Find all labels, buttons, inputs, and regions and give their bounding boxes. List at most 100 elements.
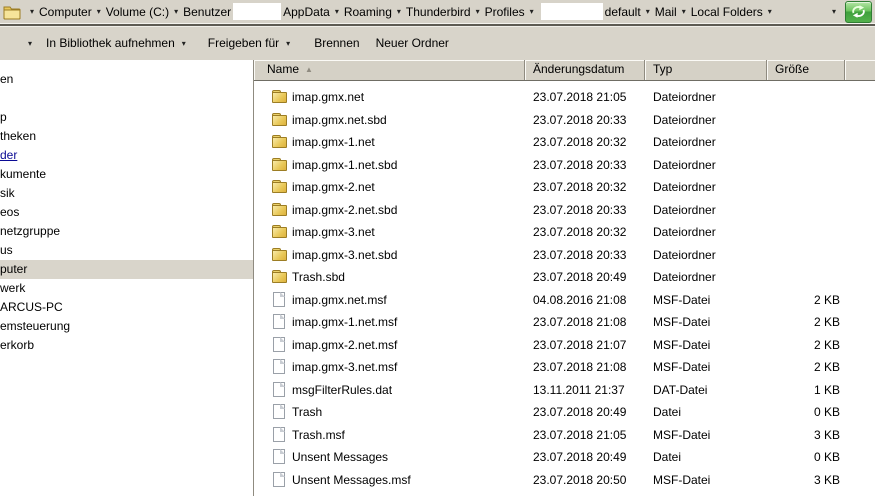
column-header[interactable]: Größe bbox=[767, 60, 845, 80]
table-row[interactable]: Trash.msf 23.07.2018 21:05 MSF-Datei 3 KB bbox=[254, 424, 875, 447]
sidebar-item[interactable]: eos bbox=[0, 203, 253, 222]
file-icon bbox=[272, 381, 288, 398]
table-row[interactable]: imap.gmx-2.net.sbd 23.07.2018 20:33 Dateio… bbox=[254, 199, 875, 222]
file-name: Trash bbox=[292, 405, 323, 420]
table-row[interactable]: imap.gmx-2.net.msf 23.07.2018 21:07 MSF-Da… bbox=[254, 334, 875, 357]
breadcrumb-dropdown-arrow[interactable]: ▾ bbox=[174, 7, 178, 16]
column-header-label: Typ bbox=[653, 62, 673, 76]
folder-icon bbox=[272, 202, 288, 218]
table-row[interactable]: imap.gmx-1.net.msf 23.07.2018 21:08 MSF-Da… bbox=[254, 311, 875, 334]
breadcrumb-dropdown-arrow[interactable]: ▾ bbox=[97, 7, 101, 16]
explorer-window: ▾ Computer ▾ Volume (C:) ▾ Benutzer AppData ▾ Ro… bbox=[0, 0, 875, 496]
file-size: 0 KB bbox=[813, 405, 840, 420]
sidebar-item[interactable]: sik bbox=[0, 184, 253, 203]
breadcrumb-item[interactable]: Profiles bbox=[485, 5, 525, 19]
table-row[interactable]: imap.gmx.net.msf 04.08.2016 21:08 MSF-Date… bbox=[254, 289, 875, 312]
breadcrumb-item[interactable]: default bbox=[605, 5, 641, 19]
toolbar-button-label: Neuer Ordner bbox=[375, 36, 449, 50]
breadcrumb-item[interactable]: Local Folders bbox=[691, 5, 763, 19]
sidebar-item[interactable]: us bbox=[0, 241, 253, 260]
sidebar-item[interactable]: kumente bbox=[0, 165, 253, 184]
table-row[interactable]: imap.gmx-2.net 23.07.2018 20:32 Dateiordne… bbox=[254, 176, 875, 199]
file-type: Dateiordner bbox=[653, 270, 716, 285]
toolbar-button[interactable]: Freigeben für ▾ bbox=[202, 33, 296, 53]
breadcrumb-item[interactable]: Computer bbox=[39, 5, 92, 19]
file-size: 0 KB bbox=[813, 450, 840, 465]
breadcrumb-item[interactable]: Benutzer bbox=[183, 5, 231, 19]
breadcrumb-item[interactable]: Thunderbird bbox=[406, 5, 471, 19]
file-modified-date: 23.07.2018 20:33 bbox=[533, 202, 627, 217]
command-bar: ▾ In Bibliothek aufnehmen ▾ Freigeben für ▾… bbox=[0, 26, 875, 60]
breadcrumb-item[interactable]: AppData bbox=[283, 5, 330, 19]
sidebar-item[interactable]: en bbox=[0, 70, 253, 89]
sidebar-item[interactable]: werk bbox=[0, 279, 253, 298]
file-type: Datei bbox=[653, 450, 682, 465]
breadcrumb-dropdown-arrow[interactable]: ▾ bbox=[768, 7, 772, 16]
file-icon bbox=[272, 291, 288, 308]
table-row[interactable]: imap.gmx-1.net 23.07.2018 20:32 Dateiordne… bbox=[254, 131, 875, 154]
breadcrumb-dropdown-arrow[interactable]: ▾ bbox=[30, 7, 34, 16]
sidebar-item[interactable]: netzgruppe bbox=[0, 222, 253, 241]
sidebar-item[interactable]: der bbox=[0, 146, 253, 165]
file-name: imap.gmx-2.net bbox=[292, 180, 375, 195]
sidebar-item[interactable]: ARCUS-PC bbox=[0, 298, 253, 317]
table-row[interactable]: imap.gmx-3.net.sbd 23.07.2018 20:33 Dateio… bbox=[254, 244, 875, 267]
toolbar-button[interactable]: Brennen bbox=[308, 33, 365, 53]
column-header[interactable]: Typ bbox=[645, 60, 767, 80]
breadcrumb-dropdown-arrow[interactable]: ▾ bbox=[530, 7, 534, 16]
file-name: imap.gmx.net bbox=[292, 90, 365, 105]
file-icon bbox=[272, 426, 288, 443]
table-row[interactable]: Trash.sbd 23.07.2018 20:49 Dateiordner bbox=[254, 266, 875, 289]
file-name: imap.gmx-1.net.sbd bbox=[292, 157, 398, 172]
file-name: Unsent Messages bbox=[292, 450, 389, 465]
breadcrumb-item[interactable]: Volume (C:) bbox=[106, 5, 169, 19]
table-row[interactable]: imap.gmx-1.net.sbd 23.07.2018 20:33 Dateio… bbox=[254, 154, 875, 177]
breadcrumb-dropdown-arrow[interactable]: ▾ bbox=[682, 7, 686, 16]
table-row[interactable]: imap.gmx.net.sbd 23.07.2018 20:33 Dateiord… bbox=[254, 109, 875, 132]
sidebar-item[interactable]: emsteuerung bbox=[0, 317, 253, 336]
file-modified-date: 23.07.2018 20:33 bbox=[533, 247, 627, 262]
file-type: Dateiordner bbox=[653, 90, 716, 105]
sort-ascending-icon: ▲ bbox=[305, 65, 313, 74]
toolbar-button[interactable]: In Bibliothek aufnehmen ▾ bbox=[40, 33, 192, 53]
file-type: MSF-Datei bbox=[653, 292, 711, 307]
file-type: Dateiordner bbox=[653, 112, 716, 127]
breadcrumb-dropdown-arrow[interactable]: ▾ bbox=[646, 7, 650, 16]
breadcrumb-dropdown-arrow[interactable]: ▾ bbox=[335, 7, 339, 16]
table-row[interactable]: Trash 23.07.2018 20:49 Datei 0 KB bbox=[254, 401, 875, 424]
breadcrumb-dropdown-arrow[interactable]: ▾ bbox=[476, 7, 480, 16]
file-size: 2 KB bbox=[813, 292, 840, 307]
table-row[interactable]: Unsent Messages 23.07.2018 20:49 Datei 0 KB bbox=[254, 446, 875, 469]
table-row[interactable]: Unsent Messages.msf 23.07.2018 20:50 MSF-D… bbox=[254, 469, 875, 492]
table-row[interactable]: msgFilterRules.dat 13.11.2011 21:37 DAT-Da… bbox=[254, 379, 875, 402]
sidebar-item[interactable]: erkorb bbox=[0, 336, 253, 355]
file-size: 3 KB bbox=[813, 427, 840, 442]
file-type: DAT-Datei bbox=[653, 382, 708, 397]
folder-icon bbox=[272, 179, 288, 195]
redacted-text bbox=[540, 3, 603, 20]
sidebar-item[interactable]: puter bbox=[0, 260, 253, 279]
breadcrumb-dropdown-arrow[interactable]: ▾ bbox=[397, 7, 401, 16]
column-header[interactable]: Änderungsdatum bbox=[525, 60, 645, 80]
file-name: imap.gmx.net.msf bbox=[292, 292, 387, 307]
toolbar-button[interactable]: Neuer Ordner bbox=[370, 33, 455, 53]
address-history-arrow[interactable]: ▾ bbox=[832, 7, 836, 16]
sidebar-item[interactable]: theken bbox=[0, 127, 253, 146]
file-modified-date: 23.07.2018 20:50 bbox=[533, 472, 627, 487]
breadcrumb-item[interactable]: Mail bbox=[655, 5, 677, 19]
table-row[interactable]: imap.gmx-3.net.msf 23.07.2018 21:08 MSF-Da… bbox=[254, 356, 875, 379]
file-size: 2 KB bbox=[813, 360, 840, 375]
refresh-button[interactable] bbox=[845, 0, 872, 23]
folder-icon bbox=[272, 224, 288, 240]
file-modified-date: 23.07.2018 20:49 bbox=[533, 450, 627, 465]
file-name: imap.gmx-2.net.msf bbox=[292, 337, 398, 352]
column-header[interactable]: Name ▲ bbox=[254, 60, 525, 80]
sidebar-item[interactable]: p bbox=[0, 108, 253, 127]
table-row[interactable]: imap.gmx.net 23.07.2018 21:05 Dateiordner bbox=[254, 86, 875, 109]
breadcrumb-item[interactable]: Roaming bbox=[344, 5, 392, 19]
breadcrumb: ▾ Computer ▾ Volume (C:) ▾ Benutzer AppData ▾ Ro… bbox=[25, 3, 777, 20]
file-name: imap.gmx-3.net bbox=[292, 225, 375, 240]
file-type: MSF-Datei bbox=[653, 360, 711, 375]
dropdown-arrow-icon: ▾ bbox=[286, 38, 291, 48]
table-row[interactable]: imap.gmx-3.net 23.07.2018 20:32 Dateiordne… bbox=[254, 221, 875, 244]
